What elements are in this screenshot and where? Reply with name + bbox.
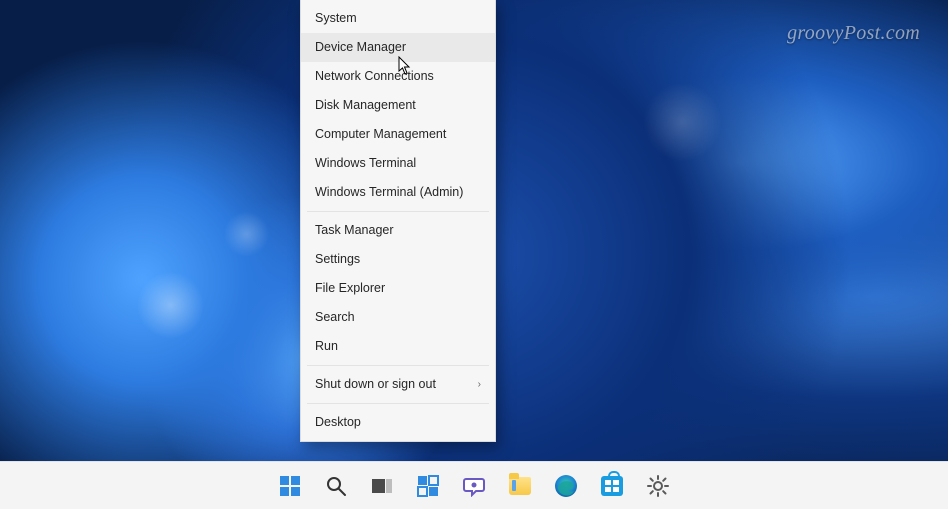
menu-item-windows-terminal[interactable]: Windows Terminal (301, 149, 495, 178)
menu-separator (307, 365, 489, 366)
menu-item-label: Shut down or sign out (315, 377, 436, 392)
menu-item-device-manager[interactable]: Device Manager (301, 33, 495, 62)
menu-item-label: Device Manager (315, 40, 406, 55)
menu-separator (307, 403, 489, 404)
menu-item-windows-terminal-admin[interactable]: Windows Terminal (Admin) (301, 178, 495, 207)
gear-icon (646, 474, 670, 498)
menu-item-shut-down-or-sign-out[interactable]: Shut down or sign out › (301, 370, 495, 399)
widgets-icon (417, 475, 439, 497)
menu-item-search[interactable]: Search (301, 303, 495, 332)
chevron-right-icon: › (478, 379, 481, 391)
chat-icon (463, 475, 485, 497)
menu-item-computer-management[interactable]: Computer Management (301, 120, 495, 149)
menu-item-file-explorer[interactable]: File Explorer (301, 274, 495, 303)
task-view-button[interactable] (362, 466, 402, 506)
task-view-icon (371, 476, 393, 496)
widgets-button[interactable] (408, 466, 448, 506)
menu-item-label: File Explorer (315, 281, 385, 296)
start-icon (279, 475, 301, 497)
chat-button[interactable] (454, 466, 494, 506)
menu-item-label: Task Manager (315, 223, 394, 238)
menu-item-label: Windows Terminal (Admin) (315, 185, 463, 200)
menu-item-task-manager[interactable]: Task Manager (301, 216, 495, 245)
menu-item-label: Computer Management (315, 127, 446, 142)
menu-item-network-connections[interactable]: Network Connections (301, 62, 495, 91)
menu-item-label: Desktop (315, 415, 361, 430)
taskbar (0, 461, 948, 509)
store-icon (601, 476, 623, 496)
winx-context-menu: System Device Manager Network Connections D… (300, 0, 496, 442)
watermark-text: groovyPost.com (787, 22, 920, 45)
file-explorer-button[interactable] (500, 466, 540, 506)
menu-item-label: Settings (315, 252, 360, 267)
menu-item-label: Network Connections (315, 69, 434, 84)
edge-icon (554, 474, 578, 498)
menu-item-disk-management[interactable]: Disk Management (301, 91, 495, 120)
menu-item-label: Search (315, 310, 355, 325)
menu-item-label: Windows Terminal (315, 156, 416, 171)
menu-item-label: Run (315, 339, 338, 354)
search-icon (325, 475, 347, 497)
menu-item-settings[interactable]: Settings (301, 245, 495, 274)
menu-separator (307, 211, 489, 212)
start-button[interactable] (270, 466, 310, 506)
menu-item-label: Disk Management (315, 98, 416, 113)
menu-item-label: System (315, 11, 357, 26)
settings-button[interactable] (638, 466, 678, 506)
file-explorer-icon (509, 477, 531, 495)
menu-item-run[interactable]: Run (301, 332, 495, 361)
menu-item-system[interactable]: System (301, 4, 495, 33)
store-button[interactable] (592, 466, 632, 506)
search-button[interactable] (316, 466, 356, 506)
edge-button[interactable] (546, 466, 586, 506)
menu-item-desktop[interactable]: Desktop (301, 408, 495, 437)
